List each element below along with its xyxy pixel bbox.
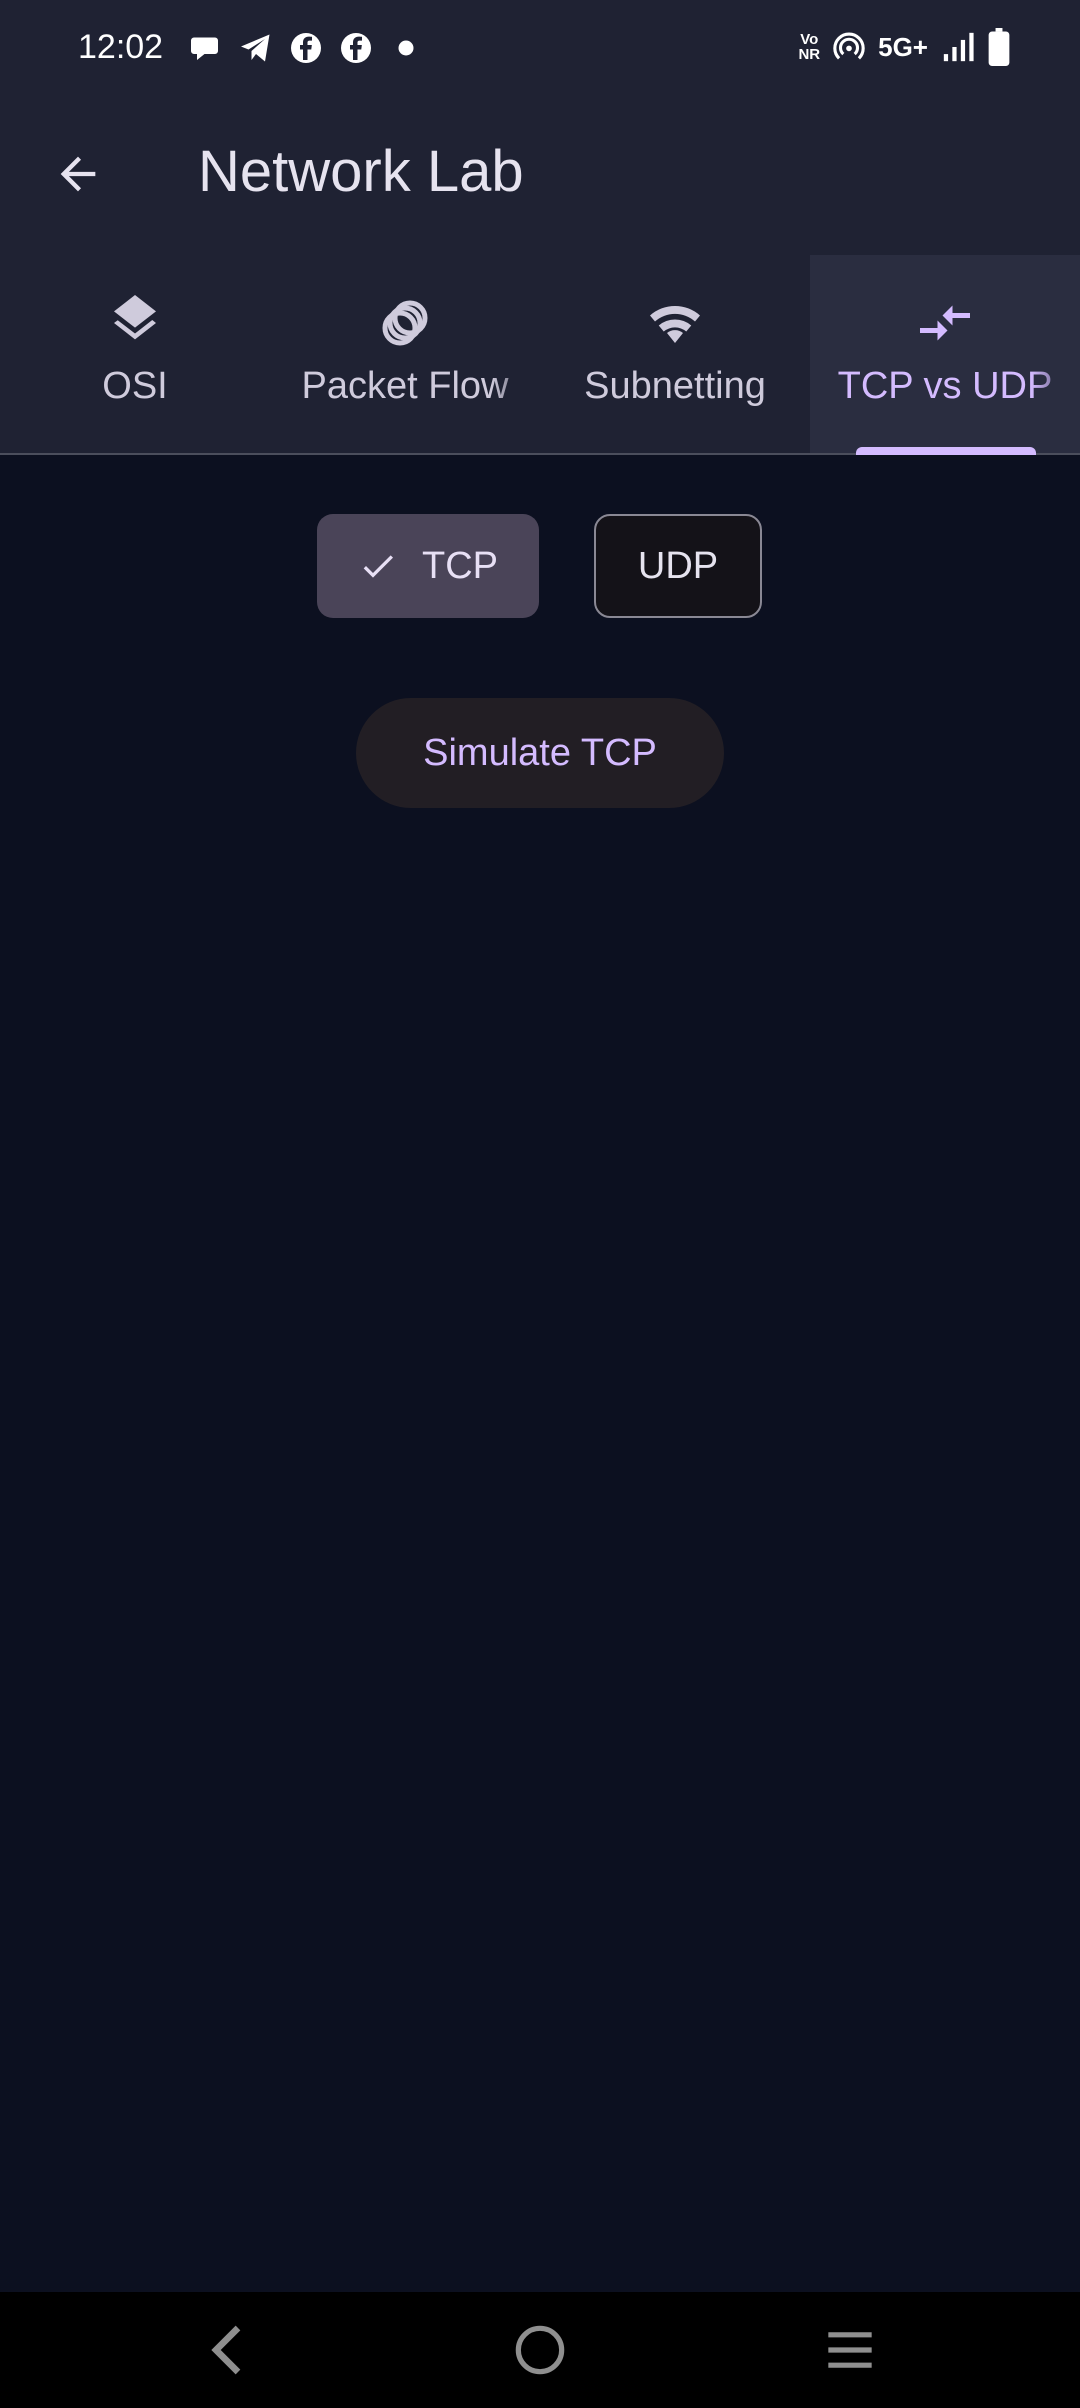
compare-arrows-icon (920, 305, 970, 341)
tab-subnetting[interactable]: Subnetting (540, 255, 810, 453)
udp-label: UDP (637, 544, 719, 587)
rings-icon (382, 300, 428, 346)
nav-home-icon (515, 2325, 565, 2375)
facebook-icon (291, 33, 321, 63)
wifi-icon (650, 305, 700, 343)
check-icon (363, 555, 393, 578)
system-nav-bar (0, 2292, 1080, 2408)
page-title: Network Lab (198, 139, 524, 204)
status-time: 12:02 (78, 28, 164, 66)
nav-back-button[interactable] (182, 2314, 272, 2386)
nav-menu-icon (828, 2332, 872, 2368)
simulate-button-label: Simulate TCP (423, 731, 657, 774)
app-bar: Network Lab (0, 100, 1080, 255)
dot-icon (398, 40, 414, 56)
layers-icon (114, 295, 156, 340)
tab-label: TCP vs UDP (837, 365, 1053, 407)
tab-label: Packet Flow (301, 365, 509, 407)
network-type-label: 5G+ (878, 31, 928, 62)
status-bar: 12:02 Vo NR 5G+ (0, 0, 1080, 100)
nav-menu-button[interactable] (805, 2314, 895, 2386)
battery-icon (988, 28, 1010, 66)
signal-icon (943, 32, 974, 62)
tcp-segment-button[interactable]: TCP (317, 514, 539, 618)
arrow-back-icon (60, 156, 96, 192)
status-right-icons: Vo NR 5G+ (798, 28, 1010, 66)
tab-packet-flow[interactable]: Packet Flow (270, 255, 540, 453)
nav-home-button[interactable] (495, 2314, 585, 2386)
tab-label: OSI (102, 365, 168, 407)
tab-label: Subnetting (584, 365, 766, 407)
tab-tcp-vs-udp[interactable]: TCP vs UDP (810, 255, 1080, 453)
telegram-icon (241, 34, 270, 62)
udp-segment-button[interactable]: UDP (594, 514, 762, 618)
tab-bar: OSI Packet Flow Subnetting TCP vs UDP (0, 255, 1080, 455)
nav-back-icon (211, 2325, 241, 2375)
vonr-icon: Vo NR (798, 31, 821, 63)
facebook-icon (341, 33, 371, 63)
tcp-label: TCP (422, 544, 498, 587)
notification-icons (188, 30, 424, 66)
simulate-button[interactable]: Simulate TCP (356, 698, 724, 808)
chat-bubble-icon (191, 37, 218, 60)
back-button[interactable] (40, 136, 116, 212)
hotspot-icon (833, 32, 865, 60)
tab-indicator (856, 447, 1036, 455)
tab-osi[interactable]: OSI (0, 255, 270, 453)
